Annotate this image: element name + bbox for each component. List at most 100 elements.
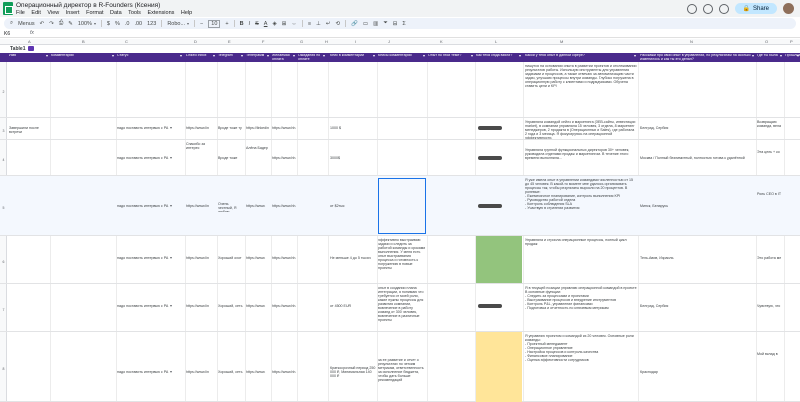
where-cell[interactable]: Чувствую, что (757, 304, 783, 308)
header-pay-expectations[interactable]: Ожидания по оплате (298, 54, 326, 61)
search-icon[interactable]: ⌕ (10, 20, 13, 27)
header-topic-experience[interactable]: Опыт по этой теме? (428, 54, 474, 61)
column-letter[interactable]: P (790, 39, 793, 44)
table-row[interactable]: 6 надо поставить интервью с РА https://w… (0, 236, 800, 284)
management-cell[interactable]: Белград, Сербия (640, 304, 755, 308)
insert-comment-icon[interactable]: ▭ (363, 21, 368, 27)
table-row[interactable]: 8 надо поставить интервью с РА https://w… (0, 332, 800, 402)
history-icon[interactable] (686, 3, 697, 14)
pay-cell[interactable]: https://www.hh. (272, 204, 296, 208)
header-past[interactable]: Прошлое (785, 54, 800, 61)
linked-cell[interactable]: https://www.lin (186, 126, 216, 130)
borders-icon[interactable]: ⊞ (282, 21, 287, 27)
experience-cell[interactable]: Управляла и строила операционные процесс… (525, 238, 637, 248)
linked-cell[interactable]: https://www.lin (186, 204, 216, 208)
redo-icon[interactable]: ↷ (49, 21, 54, 27)
where-cell[interactable]: Это работа ме (757, 256, 783, 260)
header-desired-pay[interactable]: Желаемая оплата (272, 54, 296, 61)
name-box[interactable]: K6 (4, 31, 10, 37)
column-letter[interactable]: C (125, 39, 128, 44)
column-letter[interactable]: O (765, 39, 768, 44)
experience-cell[interactable]: Я уже имела опыт в управлении командами … (525, 178, 637, 234)
table-row[interactable]: 2 пишутся на основании опыта в развитии … (0, 62, 800, 118)
experience-cell[interactable]: Управляла группой функциональных директо… (525, 148, 637, 172)
column-letter[interactable]: I (355, 39, 356, 44)
table-options-icon[interactable] (28, 46, 35, 51)
telegram-cell[interactable]: Вроде тоже (218, 156, 244, 160)
where-cell[interactable]: Мой вклад в (757, 352, 783, 382)
row-number[interactable]: 4 (0, 158, 7, 162)
row-number[interactable]: 3 (0, 129, 7, 133)
column-letter[interactable]: E (228, 39, 231, 44)
font-select[interactable]: Robo... (167, 21, 189, 27)
column-letter[interactable]: L (495, 39, 497, 44)
column-letter[interactable]: J (388, 39, 390, 44)
font-size-increase-icon[interactable]: + (225, 21, 228, 27)
column-letter[interactable]: H (325, 39, 328, 44)
tg2-cell[interactable]: Алёна Бадер (246, 146, 270, 170)
strikethrough-button[interactable]: S (255, 21, 259, 27)
menu-help[interactable]: Help (181, 10, 192, 16)
telegram-cell[interactable]: Вроде тоже ту (218, 126, 244, 130)
filter-icon[interactable]: ⏷ (383, 20, 387, 27)
row-number[interactable]: 6 (0, 260, 7, 264)
header-name[interactable]: Имя (9, 54, 49, 61)
experience-cell[interactable]: Я управляю проектом и командой из 20 чел… (525, 334, 637, 400)
tg2-cell[interactable]: https://www. (246, 204, 270, 208)
linked-cell[interactable]: https://www.lin (186, 304, 216, 308)
expect-cell[interactable]: Краткосрочный период 250 000 ₽, Минималь… (330, 366, 376, 382)
menu-file[interactable]: File (16, 10, 25, 16)
header-cases-comment[interactable]: Кейсы комментарий (378, 54, 426, 61)
active-cell[interactable] (378, 178, 426, 234)
text-color-button[interactable]: A (264, 21, 268, 27)
name-cell[interactable]: Завершили после встречи (9, 126, 49, 134)
expect-cell[interactable]: от 4500 EUR (330, 304, 376, 308)
pay-cell[interactable]: https://www.hh. (272, 156, 296, 160)
font-size-input[interactable]: 10 (208, 19, 221, 28)
italic-button[interactable]: I (249, 21, 251, 27)
header-experience[interactable]: Какой у тебя опыт в данной сфере? (525, 54, 637, 61)
table-row[interactable]: 7 надо поставить интервью с РА https://w… (0, 284, 800, 332)
management-cell[interactable]: Москва / Полный безлимитный, полностью г… (640, 156, 755, 160)
decrease-decimal-button[interactable]: .0 (125, 21, 130, 27)
column-letter[interactable]: M (560, 39, 563, 44)
menu-tools[interactable]: Tools (128, 10, 141, 16)
status-dropdown[interactable]: надо поставить интервью с РА (117, 370, 183, 374)
column-letter[interactable]: B (82, 39, 85, 44)
print-icon[interactable]: ⎙ (59, 20, 63, 27)
where-cell[interactable]: Роль CEO в IT (757, 192, 783, 222)
expect-cell[interactable]: 1000 $ (330, 126, 376, 130)
cases-comment-cell[interactable]: эффективно выстраиваю задачи и следить з… (378, 238, 426, 282)
expect-cell[interactable]: от $2тыс (330, 204, 376, 208)
cases-comment-cell[interactable]: опыт в создании плана интеграции, я пони… (378, 286, 426, 330)
row-number[interactable]: 8 (0, 367, 7, 371)
pay-cell[interactable]: https://www.hh. (272, 126, 296, 130)
experience-cell[interactable]: пишутся на основании опыта в развитии пр… (525, 64, 637, 116)
row-number[interactable]: 2 (0, 90, 7, 94)
column-letter[interactable]: A (28, 39, 31, 44)
filter-views-icon[interactable]: ⊟ (393, 21, 398, 27)
management-cell[interactable]: Белград, Сербия (640, 126, 755, 130)
increase-decimal-button[interactable]: .00 (134, 21, 142, 27)
percent-button[interactable]: % (115, 21, 120, 27)
menu-view[interactable]: View (47, 10, 59, 16)
where-cell[interactable]: Возвращаю команда, вела (757, 120, 783, 139)
menu-insert[interactable]: Insert (66, 10, 80, 16)
header-telegram[interactable]: Telegram (218, 54, 244, 61)
row-number[interactable]: 7 (0, 308, 7, 312)
linked-cell[interactable]: https://www.lin (186, 256, 216, 260)
management-cell[interactable]: Тель-Авив, Израиль (640, 256, 755, 260)
pay-cell[interactable]: https://www.hh. (272, 304, 296, 308)
menu-data[interactable]: Data (110, 10, 122, 16)
column-letter[interactable]: D (194, 39, 197, 44)
header-management[interactable]: Расскажи про свой опыт в управлении, по … (640, 54, 755, 61)
currency-button[interactable]: $ (107, 21, 110, 27)
align-icon[interactable]: ≡ (308, 21, 311, 27)
sheets-logo-icon[interactable] (3, 2, 13, 15)
table-row[interactable]: 4 надо поставить интервью с РА Спасибо з… (0, 140, 800, 176)
expect-cell[interactable]: 3000$ (330, 156, 376, 160)
header-comment[interactable]: Комментарий (51, 54, 115, 61)
experience-cell[interactable]: Управляла командой сейлз и маркетинга (З… (525, 120, 637, 139)
column-letter[interactable]: G (300, 39, 303, 44)
tg2-cell[interactable]: https://linkedin (246, 126, 270, 130)
